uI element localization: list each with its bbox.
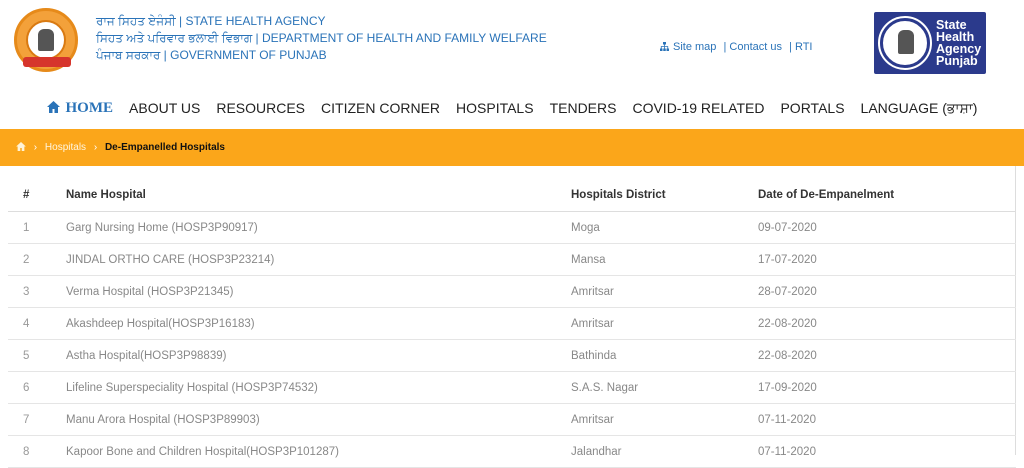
row-number: 7 (8, 403, 51, 436)
hospital-district: Jalandhar (556, 435, 743, 468)
state-health-agency-logo[interactable]: State Health Agency Punjab (874, 12, 986, 74)
punjab-govt-logo[interactable] (14, 8, 78, 72)
table-row: 7 Manu Arora Hospital (HOSP3P89903) Amrits… (8, 403, 1016, 436)
de-empanelment-date: 22-08-2020 (743, 339, 1016, 372)
hospital-name: Manu Arora Hospital (HOSP3P89903) (51, 403, 556, 436)
title-line-government: ਪੰਜਾਬ ਸਰਕਾਰ | GOVERNMENT OF PUNJAB (96, 48, 327, 62)
home-icon (46, 101, 60, 113)
nav-item-citizen-corner[interactable]: CITIZEN CORNER (321, 100, 440, 117)
de-empanelment-date: 28-07-2020 (743, 275, 1016, 308)
breadcrumb-separator: › (93, 142, 98, 153)
hospital-name: Lifeline Superspeciality Hospital (HOSP3… (51, 371, 556, 404)
nav-item-portals[interactable]: PORTALS (780, 100, 844, 117)
de-empanelment-date: 07-11-2020 (743, 403, 1016, 436)
breadcrumb: › Hospitals › De-Empanelled Hospitals (0, 129, 1024, 166)
hospital-district: Moga (556, 211, 743, 244)
emblem-seal-icon (878, 16, 932, 70)
hospital-name: JINDAL ORTHO CARE (HOSP3P23214) (51, 243, 556, 276)
hospital-name: Kapoor Bone and Children Hospital(HOSP3P… (51, 435, 556, 468)
title-line-department: ਸਿਹਤ ਅਤੇ ਪਰਿਵਾਰ ਭਲਾਈ ਵਿਭਾਗ | DEPARTMENT … (96, 31, 547, 45)
nav-item-home[interactable]: HOME (46, 100, 114, 117)
nav-item-tenders[interactable]: TENDERS (550, 100, 617, 117)
table-row: 8 Kapoor Bone and Children Hospital(HOSP3… (8, 435, 1016, 468)
hospital-name: Garg Nursing Home (HOSP3P90917) (51, 211, 556, 244)
de-empanelment-date: 09-07-2020 (743, 211, 1016, 244)
hospital-district: S.A.S. Nagar (556, 371, 743, 404)
row-number: 5 (8, 339, 51, 372)
title-line-agency: ਰਾਜ ਸਿਹਤ ਏਜੰਸੀ | STATE HEALTH AGENCY (96, 14, 326, 28)
hospital-name: Astha Hospital(HOSP3P98839) (51, 339, 556, 372)
logo-text-punjab: Punjab (936, 54, 978, 68)
de-empanelment-date: 22-08-2020 (743, 307, 1016, 340)
nav-label-home: HOME (65, 100, 114, 116)
table-row: 4 Akashdeep Hospital(HOSP3P16183) Amritsar… (8, 307, 1016, 340)
main-nav: HOME ABOUT US RESOURCES CITIZEN CORNER H… (0, 100, 1024, 117)
nav-item-about-us[interactable]: ABOUT US (129, 100, 200, 117)
nav-item-language[interactable]: LANGUAGE (ਭਾਸ਼ਾ) (861, 100, 978, 117)
row-number: 2 (8, 243, 51, 276)
de-empanelment-date: 17-09-2020 (743, 371, 1016, 404)
site-title-block: ਰਾਜ ਸਿਹਤ ਏਜੰਸੀ | STATE HEALTH AGENCY ਸਿਹ… (96, 13, 547, 64)
hospital-name: Verma Hospital (HOSP3P21345) (51, 275, 556, 308)
row-number: 6 (8, 371, 51, 404)
sitemap-link[interactable]: Site map (673, 41, 716, 53)
breadcrumb-current: De-Empanelled Hospitals (104, 142, 225, 153)
site-header: ਰਾਜ ਸਿਹਤ ਏਜੰਸੀ | STATE HEALTH AGENCY ਸਿਹ… (0, 0, 1024, 90)
top-links: Site map | Contact us | RTI (660, 41, 816, 53)
table-row: 3 Verma Hospital (HOSP3P21345) Amritsar 28-… (8, 275, 1016, 308)
row-number: 1 (8, 211, 51, 244)
breadcrumb-separator: › (33, 142, 38, 153)
row-number: 8 (8, 435, 51, 468)
nav-item-covid-19-related[interactable]: COVID-19 RELATED (632, 100, 764, 117)
col-header-district: Hospitals District (556, 178, 743, 212)
de-empanelment-date: 17-07-2020 (743, 243, 1016, 276)
table-row: 2 JINDAL ORTHO CARE (HOSP3P23214) Mansa 17-… (8, 243, 1016, 276)
table-header-row: # Name Hospital Hospitals District Date … (8, 178, 1016, 212)
de-empanelled-hospitals-table: # Name Hospital Hospitals District Date … (8, 178, 1016, 468)
breadcrumb-home-icon[interactable] (16, 142, 26, 153)
contact-us-link[interactable]: | Contact us (723, 41, 782, 53)
nav-item-resources[interactable]: RESOURCES (216, 100, 305, 117)
col-header-number: # (8, 178, 51, 212)
rti-link[interactable]: | RTI (789, 41, 812, 53)
breadcrumb-hospitals-link[interactable]: Hospitals (45, 142, 86, 153)
de-empanelment-date: 07-11-2020 (743, 435, 1016, 468)
hospital-district: Amritsar (556, 307, 743, 340)
hospital-district: Mansa (556, 243, 743, 276)
hospital-name: Akashdeep Hospital(HOSP3P16183) (51, 307, 556, 340)
col-header-name: Name Hospital (51, 178, 556, 212)
hospital-district: Bathinda (556, 339, 743, 372)
hospital-district: Amritsar (556, 275, 743, 308)
nav-item-hospitals[interactable]: HOSPITALS (456, 100, 534, 117)
table-row: 6 Lifeline Superspeciality Hospital (HOSP… (8, 371, 1016, 404)
row-number: 3 (8, 275, 51, 308)
table-row: 1 Garg Nursing Home (HOSP3P90917) Moga 09-0… (8, 211, 1016, 244)
col-header-date: Date of De-Empanelment (743, 178, 1016, 212)
sitemap-icon (660, 42, 669, 51)
table-row: 5 Astha Hospital(HOSP3P98839) Bathinda 22-0… (8, 339, 1016, 372)
row-number: 4 (8, 307, 51, 340)
hospital-district: Amritsar (556, 403, 743, 436)
